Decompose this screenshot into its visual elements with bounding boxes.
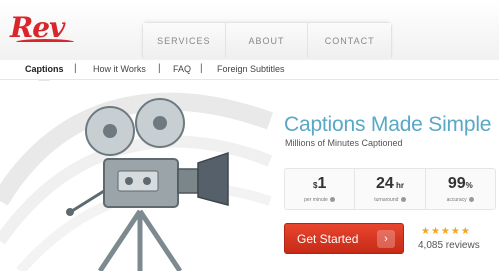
- stat-price-value: 1: [317, 175, 327, 192]
- help-icon[interactable]: [400, 197, 406, 203]
- stat-turnaround-value: 24: [375, 175, 394, 192]
- stat-turnaround: 24 hr turnaround: [355, 169, 426, 209]
- subnav-separator: |: [74, 63, 77, 74]
- stat-price: $1 per minute: [285, 169, 356, 209]
- stat-price-label: per minute: [304, 197, 328, 203]
- stat-turnaround-label: turnaround: [374, 197, 399, 203]
- stat-turnaround-unit: hr: [393, 181, 404, 190]
- hero-headline: Captions Made Simple: [284, 113, 492, 136]
- help-icon[interactable]: [469, 197, 475, 203]
- hero-subheadline: Millions of Minutes Captioned: [285, 138, 403, 148]
- stat-accuracy-value: 99: [447, 175, 466, 192]
- get-started-button[interactable]: Get Started ›: [284, 223, 404, 254]
- stat-accuracy-label: accuracy: [446, 197, 467, 203]
- chevron-right-icon: ›: [377, 230, 395, 248]
- logo-swoosh: [16, 39, 74, 45]
- subnav-how-it-works[interactable]: How it Works: [93, 64, 146, 74]
- help-icon[interactable]: [330, 197, 336, 203]
- stats-panel: $1 per minute 24 hr turnaround 99% accur…: [284, 168, 496, 210]
- get-started-label: Get Started: [297, 232, 359, 246]
- subnav-foreign-subtitles[interactable]: Foreign Subtitles: [217, 64, 285, 74]
- nav-services[interactable]: SERVICES: [143, 23, 226, 58]
- subnav-separator: |: [158, 63, 161, 74]
- hero-banner: Captions Made Simple Millions of Minutes…: [0, 81, 499, 271]
- reviews-count[interactable]: 4,085 reviews: [418, 240, 480, 251]
- rev-logo[interactable]: Rev: [8, 9, 74, 44]
- rating-stars[interactable]: ★★★★★: [421, 226, 471, 237]
- film-camera-illustration: [0, 92, 274, 271]
- subnav-separator: |: [200, 63, 203, 74]
- nav-contact[interactable]: CONTACT: [308, 23, 391, 58]
- sub-navigation: Captions | How it Works | FAQ | Foreign …: [0, 60, 499, 80]
- stat-accuracy-unit: %: [465, 181, 473, 190]
- tripod: [97, 209, 183, 271]
- site-header: Rev SERVICES ABOUT CONTACT: [0, 0, 499, 60]
- subnav-faq[interactable]: FAQ: [173, 64, 191, 74]
- nav-about[interactable]: ABOUT: [225, 23, 309, 58]
- stat-accuracy: 99% accuracy: [426, 169, 495, 209]
- top-navigation: SERVICES ABOUT CONTACT: [142, 22, 392, 58]
- subnav-captions[interactable]: Captions: [25, 64, 64, 74]
